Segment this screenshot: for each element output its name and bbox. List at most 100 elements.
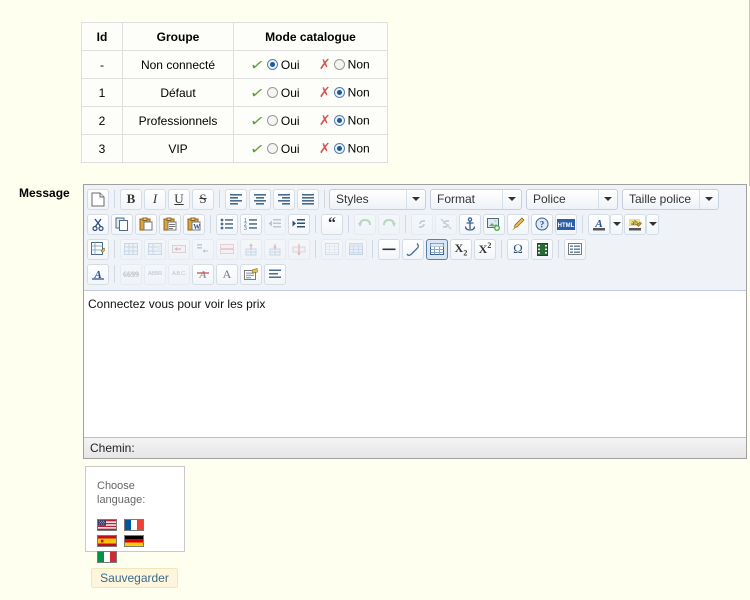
form-icon[interactable]	[564, 238, 586, 260]
table-blue-icon[interactable]	[345, 238, 367, 260]
toolbar-separator	[558, 240, 559, 258]
option-non[interactable]: ✗ Non	[319, 84, 370, 101]
background-color-chevron-icon[interactable]	[646, 213, 659, 235]
align-left-icon[interactable]	[225, 188, 247, 210]
option-non[interactable]: ✗ Non	[319, 56, 370, 73]
cell-id: 1	[81, 78, 123, 107]
align-center-icon[interactable]	[249, 188, 271, 210]
delete-row-icon[interactable]	[264, 238, 286, 260]
paste-word-icon[interactable]: W	[183, 213, 205, 235]
show-blocks-icon[interactable]	[264, 263, 286, 285]
acronym-icon[interactable]: A.B.C.	[168, 263, 190, 285]
editor-content-area[interactable]: Connectez vous pour voir les prix	[84, 291, 746, 436]
text-color-chevron-icon[interactable]	[610, 213, 623, 235]
copy-icon[interactable]	[111, 213, 133, 235]
source-html-icon[interactable]: HTML	[555, 213, 577, 235]
abbr-icon[interactable]: ABBR	[144, 263, 166, 285]
save-button[interactable]: Sauvegarder	[91, 568, 178, 588]
spellcheck-icon[interactable]: A	[87, 263, 109, 285]
subscript-icon[interactable]: X2	[450, 238, 472, 260]
templates-icon[interactable]	[240, 263, 262, 285]
align-justify-icon[interactable]	[297, 188, 319, 210]
radio-oui[interactable]	[266, 59, 278, 70]
superscript-icon[interactable]: X2	[474, 238, 496, 260]
blockquote-icon[interactable]: “	[321, 213, 343, 235]
eraser-icon[interactable]	[402, 238, 424, 260]
radio-oui[interactable]	[266, 143, 278, 154]
edit-table-icon[interactable]	[87, 238, 109, 260]
flash-icon[interactable]	[531, 238, 553, 260]
insert-table-icon[interactable]	[426, 238, 448, 260]
background-color-icon[interactable]: ab	[624, 213, 646, 235]
chevron-down-icon[interactable]	[502, 189, 521, 209]
row-properties-icon[interactable]	[216, 238, 238, 260]
image-icon[interactable]	[483, 213, 505, 235]
help-icon[interactable]: ?	[531, 213, 553, 235]
radio-non[interactable]	[333, 115, 345, 126]
chevron-down-icon[interactable]	[699, 189, 718, 209]
new-page-icon[interactable]	[87, 188, 109, 210]
italic-icon[interactable]: I	[144, 188, 166, 210]
chevron-down-icon[interactable]	[406, 189, 425, 209]
column-icon[interactable]	[288, 238, 310, 260]
paint-icon[interactable]	[507, 213, 529, 235]
numbered-list-icon[interactable]: 123	[240, 213, 262, 235]
insert-row-icon[interactable]	[240, 238, 262, 260]
font-style-icon[interactable]: A	[216, 263, 238, 285]
cross-red-icon: ✗	[318, 140, 331, 156]
chevron-down-icon[interactable]	[598, 189, 617, 209]
option-oui[interactable]: ✓ Oui	[249, 84, 300, 103]
strikethrough-icon[interactable]: S	[192, 188, 214, 210]
cross-red-icon: ✗	[318, 56, 331, 72]
quote-icon[interactable]: 6699	[120, 263, 142, 285]
undo-icon[interactable]	[354, 213, 376, 235]
option-oui[interactable]: ✓ Oui	[249, 140, 300, 159]
remove-format-icon[interactable]: A	[192, 263, 214, 285]
unlink-icon[interactable]	[435, 213, 457, 235]
text-color-icon[interactable]: A	[588, 213, 610, 235]
link-icon[interactable]	[411, 213, 433, 235]
toolbar-separator	[405, 215, 406, 233]
paste-text-icon[interactable]	[159, 213, 181, 235]
option-oui[interactable]: ✓ Oui	[249, 56, 300, 75]
merge-cells-icon[interactable]	[168, 238, 190, 260]
check-green-icon: ✓	[248, 111, 267, 131]
radio-non[interactable]	[333, 87, 345, 98]
paste-icon[interactable]	[135, 213, 157, 235]
table-cell-icon[interactable]	[144, 238, 166, 260]
option-non[interactable]: ✗ Non	[319, 140, 370, 157]
table-grid-icon[interactable]	[321, 238, 343, 260]
toolbar-separator	[315, 215, 316, 233]
anchor-icon[interactable]	[459, 213, 481, 235]
police-dropdown[interactable]: Police	[526, 188, 618, 210]
toolbar-separator	[219, 190, 220, 208]
table-row: 2 Professionnels ✓ Oui ✗ Non	[81, 106, 388, 135]
table-properties-icon[interactable]	[120, 238, 142, 260]
styles-dropdown[interactable]: Styles	[329, 188, 426, 210]
radio-non[interactable]	[333, 143, 345, 154]
radio-oui[interactable]	[266, 115, 278, 126]
indent-icon[interactable]	[288, 213, 310, 235]
toolbar-separator	[114, 190, 115, 208]
flag-us[interactable]	[97, 519, 117, 531]
redo-icon[interactable]	[378, 213, 400, 235]
format-dropdown[interactable]: Format	[430, 188, 522, 210]
split-cell-icon[interactable]	[192, 238, 214, 260]
bullet-list-icon[interactable]	[216, 213, 238, 235]
flag-de[interactable]	[124, 535, 145, 547]
horizontal-rule-icon[interactable]	[378, 238, 400, 260]
cut-icon[interactable]	[87, 213, 109, 235]
special-char-icon[interactable]: Ω	[507, 238, 529, 260]
flag-fr[interactable]	[124, 519, 145, 531]
outdent-icon[interactable]	[264, 213, 286, 235]
bold-icon[interactable]: B	[120, 188, 142, 210]
radio-non[interactable]	[333, 59, 345, 70]
align-right-icon[interactable]	[273, 188, 295, 210]
option-non[interactable]: ✗ Non	[319, 112, 370, 129]
underline-icon[interactable]: U	[168, 188, 190, 210]
option-oui[interactable]: ✓ Oui	[248, 111, 300, 131]
taille-police-dropdown[interactable]: Taille police	[622, 188, 719, 210]
radio-oui[interactable]	[266, 87, 278, 98]
flag-es[interactable]	[97, 535, 117, 547]
flag-it[interactable]	[97, 551, 117, 563]
